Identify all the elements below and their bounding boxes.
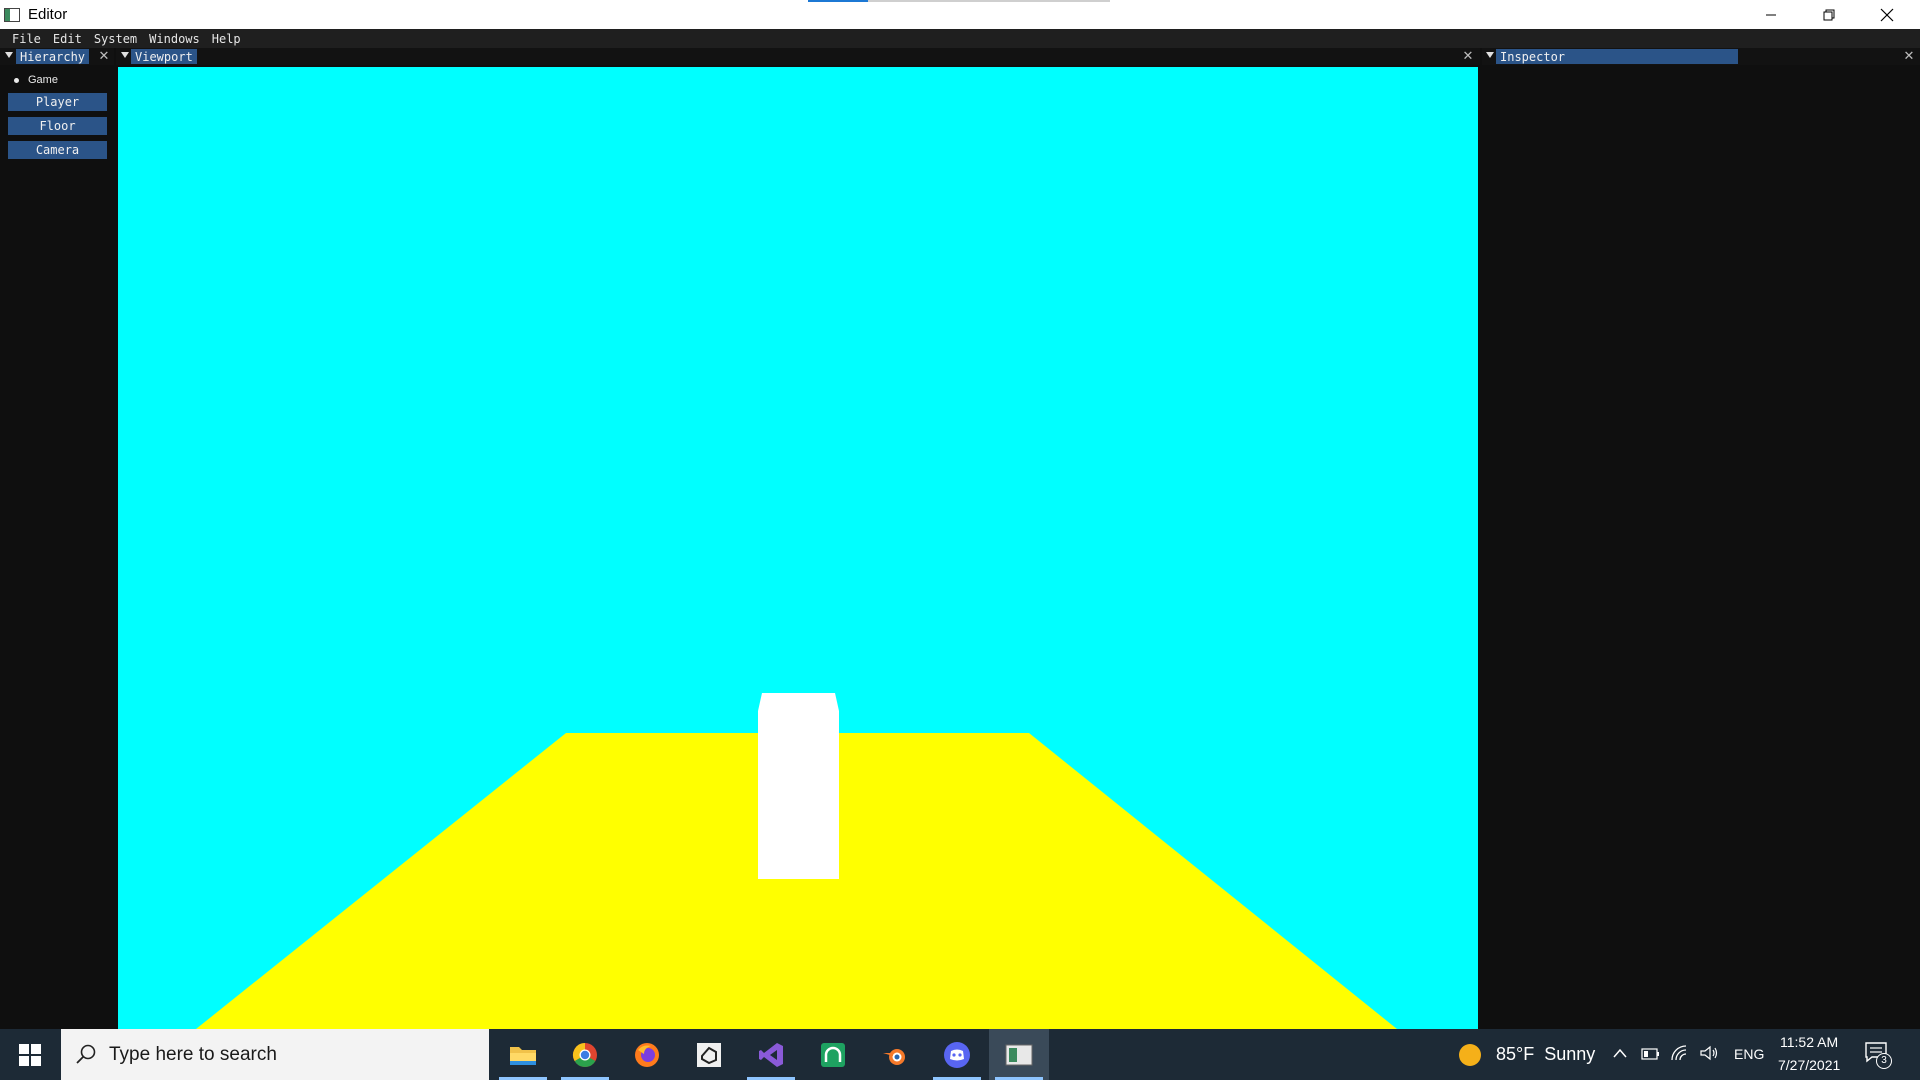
tab-hierarchy-label: Hierarchy [20, 49, 86, 64]
weather-sun-icon [1459, 1044, 1481, 1066]
taskbar-discord[interactable] [927, 1029, 987, 1080]
clock-date[interactable]: 7/27/2021 [1778, 1057, 1840, 1073]
taskbar-visual-studio[interactable] [741, 1029, 801, 1080]
tab-inspector-label: Inspector [1500, 49, 1566, 64]
unity-icon [697, 1042, 721, 1067]
tree-root-game[interactable]: Game [14, 74, 58, 86]
tab-viewport[interactable]: Viewport [131, 49, 197, 64]
inspector-close-icon[interactable]: ✕ [1902, 48, 1916, 65]
hierarchy-panel: Hierarchy ✕ [0, 48, 114, 1029]
viewport-canvas[interactable] [118, 67, 1478, 1029]
chrome-icon [572, 1042, 597, 1067]
taskbar-chrome[interactable] [555, 1029, 615, 1080]
clock-time[interactable]: 11:52 AM [1780, 1034, 1838, 1050]
menu-windows[interactable]: Windows [149, 32, 200, 46]
firefox-icon [635, 1042, 659, 1067]
chevron-up-icon[interactable] [1612, 1047, 1628, 1061]
restore-button[interactable] [1800, 0, 1858, 29]
start-button[interactable] [0, 1029, 60, 1080]
windows-icon [19, 1043, 41, 1066]
taskbar-gitkraken[interactable] [803, 1029, 863, 1080]
taskbar: Type here to search 85°F Sunny ENG 11:52… [0, 1029, 1920, 1080]
scene-render [118, 67, 1478, 1029]
inspector-panel: Inspector ✕ [1482, 48, 1920, 1029]
language-indicator[interactable]: ENG [1734, 1046, 1764, 1062]
restore-icon [1823, 9, 1835, 20]
tab-viewport-label: Viewport [135, 49, 193, 64]
wifi-icon[interactable] [1670, 1044, 1690, 1062]
taskbar-editor[interactable] [989, 1029, 1049, 1080]
app-icon [4, 7, 20, 22]
volume-icon[interactable] [1699, 1044, 1719, 1062]
hierarchy-item-player[interactable]: Player [8, 93, 107, 111]
search-box[interactable]: Type here to search [61, 1029, 489, 1080]
viewport-header: Viewport ✕ [116, 48, 1480, 65]
hierarchy-item-floor[interactable]: Floor [8, 117, 107, 135]
collapse-arrow-icon[interactable] [5, 52, 13, 58]
menu-file[interactable]: File [12, 32, 41, 46]
hierarchy-item-camera[interactable]: Camera [8, 141, 107, 159]
title-bar: Editor [0, 0, 1920, 29]
player-block [758, 693, 839, 879]
minimize-button[interactable] [1742, 0, 1800, 29]
hierarchy-header: Hierarchy ✕ [0, 48, 114, 65]
minimize-icon [1766, 14, 1776, 15]
gitkraken-icon [821, 1042, 845, 1067]
progress-fill [808, 0, 869, 2]
inspector-header: Inspector ✕ [1482, 48, 1920, 65]
menu-system[interactable]: System [94, 32, 137, 46]
menu-help[interactable]: Help [212, 32, 241, 46]
viewport-close-icon[interactable]: ✕ [1461, 48, 1475, 65]
close-icon [1880, 8, 1894, 21]
menu-edit[interactable]: Edit [53, 32, 82, 46]
blender-icon [883, 1048, 905, 1065]
collapse-arrow-icon[interactable] [121, 52, 129, 58]
menu-bar: File Edit System Windows Help [0, 29, 1920, 48]
folder-icon [510, 1046, 536, 1065]
bullet-icon [14, 77, 19, 83]
taskbar-unity[interactable] [679, 1029, 739, 1080]
taskbar-file-explorer[interactable] [493, 1029, 553, 1080]
editor-app-icon [1005, 1044, 1033, 1065]
taskbar-progress-indicator [808, 0, 1110, 2]
collapse-arrow-icon[interactable] [1486, 52, 1494, 58]
notification-center-button[interactable]: 3 [1864, 1041, 1894, 1071]
tree-root-label: Game [28, 74, 58, 86]
notification-badge: 3 [1876, 1053, 1892, 1069]
taskbar-firefox[interactable] [617, 1029, 677, 1080]
close-button[interactable] [1858, 0, 1916, 29]
hierarchy-close-icon[interactable]: ✕ [97, 48, 111, 65]
tab-hierarchy[interactable]: Hierarchy [16, 49, 90, 64]
weather-text[interactable]: 85°F Sunny [1496, 1044, 1595, 1065]
tab-inspector[interactable]: Inspector [1496, 49, 1738, 64]
search-placeholder: Type here to search [109, 1043, 277, 1065]
visual-studio-icon [759, 1042, 783, 1067]
taskbar-blender[interactable] [865, 1029, 925, 1080]
battery-icon[interactable] [1641, 1047, 1661, 1061]
search-icon [76, 1044, 96, 1064]
discord-icon [944, 1041, 970, 1068]
window-title: Editor [28, 6, 68, 23]
